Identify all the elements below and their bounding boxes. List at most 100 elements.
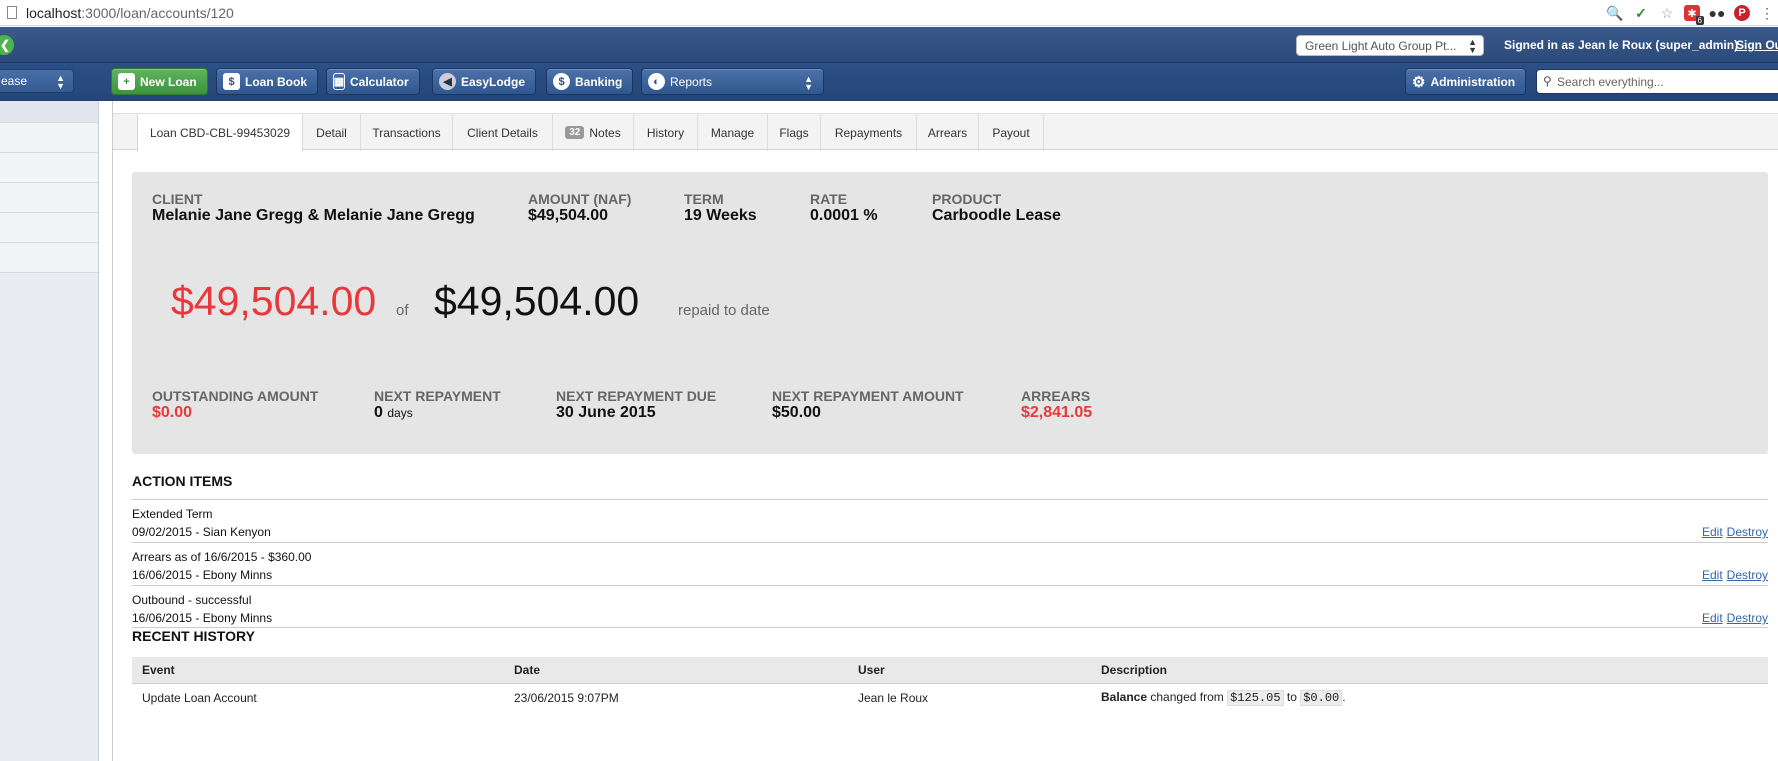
sidebar-item[interactable] [0,243,98,273]
calculator-icon: ▦ [333,73,345,90]
reports-dropdown[interactable]: ◐ Reports ▲ ▼ [641,68,824,95]
tab-arrears[interactable]: Arrears [917,114,979,151]
search-icon: ⚲ [1543,74,1552,88]
term-field: TERM 19 Weeks [684,191,757,225]
action-items-list: Extended Term 09/02/2015 - Sian Kenyon E… [132,499,1768,628]
company-select[interactable]: Green Light Auto Group Pt... ▲ ▼ [1296,35,1484,56]
search-icon[interactable]: 🔍 [1606,4,1624,22]
amount-field: AMOUNT (NAF) $49,504.00 [528,191,632,225]
column-header: Date [504,657,848,684]
pinterest-icon[interactable]: P [1734,5,1750,21]
outstanding-field: OUTSTANDING AMOUNT $0.00 [152,388,319,422]
client-field: CLIENT Melanie Jane Gregg & Melanie Jane… [152,191,475,225]
bookmark-icon[interactable]: ✱ 6 [1684,5,1704,25]
column-header: Event [132,657,504,684]
tab-flags[interactable]: Flags [768,114,821,151]
url-field[interactable]: localhost:3000/loan/accounts/120 [26,5,234,21]
destroy-link[interactable]: Destroy [1727,568,1768,582]
back-arrow-icon[interactable]: ❮ [0,35,14,55]
calculator-button[interactable]: ▦ Calculator [326,68,420,95]
easylodge-button[interactable]: ◀ EasyLodge [432,68,537,95]
loan-tabs: Loan CBD-CBL-99453029 Detail Transaction… [113,113,1778,152]
gear-icon: ⚙ [1412,73,1426,91]
edit-link[interactable]: Edit [1702,525,1723,539]
action-item: Outbound - successful 16/06/2015 - Ebony… [132,585,1768,628]
sidebar-item[interactable] [0,123,98,153]
sign-out-link[interactable]: Sign Out [1736,38,1778,52]
tab-detail[interactable]: Detail [303,114,361,151]
repaid-amount: $49,504.00 [171,278,377,324]
global-search-input[interactable]: ⚲ Search everything... [1536,69,1778,94]
term-value: 19 Weeks [684,207,757,224]
column-header: User [848,657,1091,684]
client-value: Melanie Jane Gregg & Melanie Jane Gregg [152,207,475,224]
easylodge-icon: ◀ [439,73,456,90]
rate-value: 0.0001 % [810,207,878,224]
product-value: Carboodle Lease [932,207,1061,224]
page-icon [7,6,17,19]
edit-link[interactable]: Edit [1702,611,1723,625]
dollar-book-icon: $ [223,73,240,90]
loan-book-button[interactable]: $ Loan Book [216,68,318,95]
main-toolbar: ease ▲ ▼ + New Loan $ Loan Book ▦ Calcula… [0,63,1778,101]
next-repayment-value: 0 days [374,404,413,421]
next-amount-field: NEXT REPAYMENT AMOUNT $50.00 [772,388,964,422]
column-header: Description [1091,657,1768,684]
table-row: Update Loan Account 23/06/2015 9:07PM Je… [132,684,1768,712]
signed-in-text: Signed in as Jean le Roux (super_admin) [1504,38,1739,52]
product-select[interactable]: ease ▲ ▼ [0,69,74,93]
total-amount: $49,504.00 [434,278,640,324]
left-sidebar [0,101,99,761]
banking-button[interactable]: $ Banking [546,68,634,95]
check-icon[interactable]: ✓ [1632,4,1650,22]
outstanding-value: $0.00 [152,404,193,421]
select-arrows-icon: ▲ ▼ [804,74,813,92]
sidebar-item[interactable] [0,183,98,213]
sidebar-item[interactable] [0,101,98,123]
extension-badge: 6 [1695,16,1704,25]
destroy-link[interactable]: Destroy [1727,525,1768,539]
main-content: Loan CBD-CBL-99453029 Detail Transaction… [112,101,1778,761]
spy-icon[interactable]: ●● [1708,4,1726,22]
action-item: Extended Term 09/02/2015 - Sian Kenyon E… [132,499,1768,542]
tab-loan[interactable]: Loan CBD-CBL-99453029 [137,114,303,152]
recent-history-table: Event Date User Description Update Loan … [132,657,1768,712]
more-icon[interactable]: ⋮ [1758,4,1776,22]
tab-history[interactable]: History [634,114,698,151]
action-items-title: ACTION ITEMS [132,473,233,489]
amount-value: $49,504.00 [528,207,609,224]
browser-url-bar: localhost:3000/loan/accounts/120 🔍 ✓ ☆ ✱… [0,0,1778,26]
next-due-value: 30 June 2015 [556,404,656,421]
arrears-value: $2,841.05 [1021,404,1093,421]
next-amount-value: $50.00 [772,404,821,421]
edit-link[interactable]: Edit [1702,568,1723,582]
product-field: PRODUCT Carboodle Lease [932,191,1061,225]
select-arrows-icon: ▲ ▼ [1468,37,1477,55]
recent-history-title: RECENT HISTORY [132,628,255,644]
tab-notes[interactable]: 32 Notes [553,114,634,151]
tab-repayments[interactable]: Repayments [821,114,917,151]
top-nav-bar: ❮ Green Light Auto Group Pt... ▲ ▼ Signed… [0,27,1778,63]
plus-document-icon: + [118,73,135,90]
tab-notes-label: Notes [589,125,621,140]
next-repayment-field: NEXT REPAYMENT 0 days [374,388,501,422]
tab-manage[interactable]: Manage [698,114,768,151]
arrears-field: ARREARS $2,841.05 [1021,388,1093,422]
next-due-field: NEXT REPAYMENT DUE 30 June 2015 [556,388,717,422]
notes-count-badge: 32 [565,126,585,139]
tab-payout[interactable]: Payout [979,114,1044,151]
rate-field: RATE 0.0001 % [810,191,878,225]
sidebar-item[interactable] [0,153,98,183]
tab-transactions[interactable]: Transactions [361,114,453,151]
action-item: Arrears as of 16/6/2015 - $360.00 16/06/… [132,542,1768,585]
star-icon[interactable]: ☆ [1658,4,1676,22]
destroy-link[interactable]: Destroy [1727,611,1768,625]
of-text: of [396,302,409,319]
new-loan-button[interactable]: + New Loan [111,68,208,95]
sidebar-item[interactable] [0,213,98,243]
tab-client-details[interactable]: Client Details [453,114,553,151]
administration-button[interactable]: ⚙ Administration [1405,68,1527,95]
history-description: Balance changed from $125.05 to $0.00. [1101,690,1346,707]
pie-chart-icon: ◐ [648,73,665,90]
loan-summary-panel: CLIENT Melanie Jane Gregg & Melanie Jane… [132,172,1768,454]
